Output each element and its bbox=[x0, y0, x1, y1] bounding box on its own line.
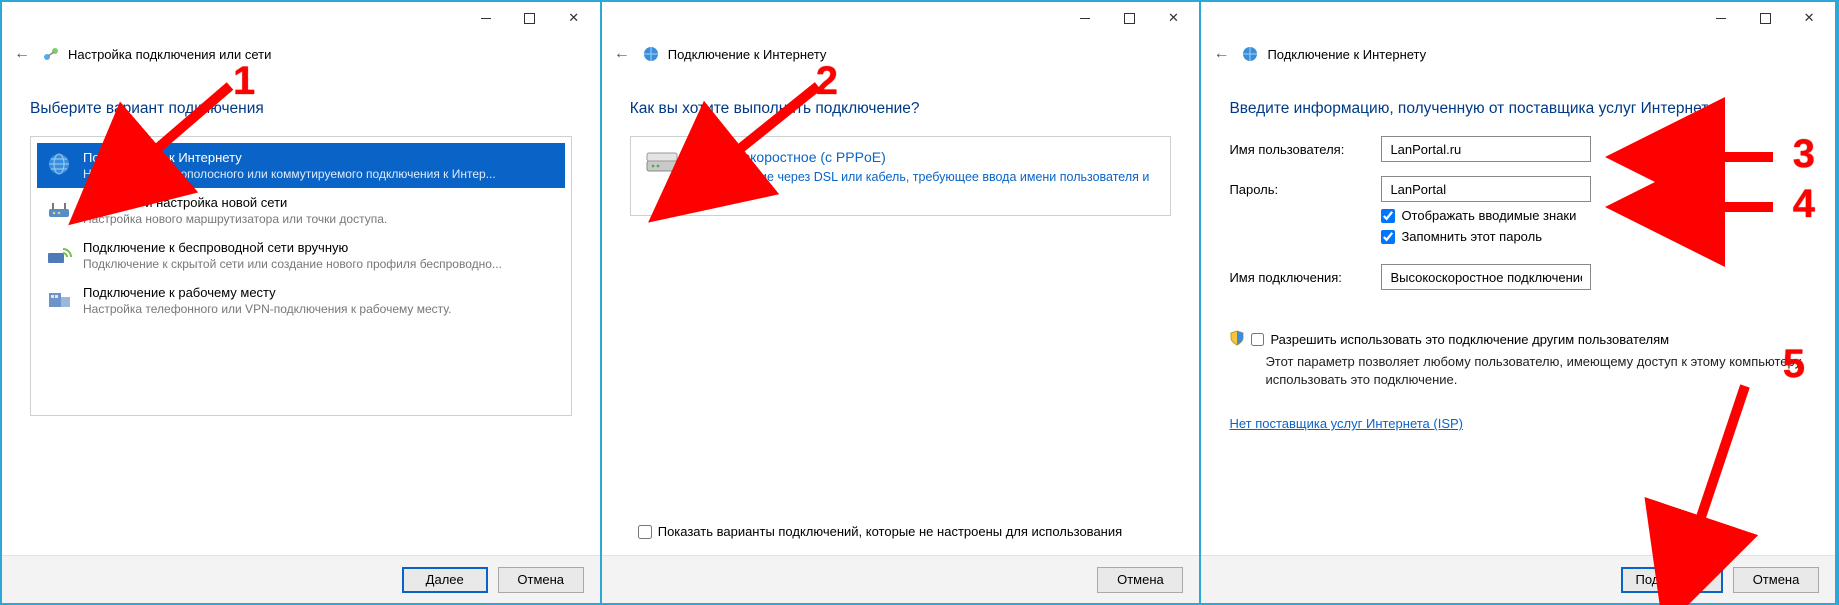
wizard-panel-2: Подключение к Интернету Как вы хотите вы… bbox=[602, 2, 1202, 603]
footer: Отмена bbox=[602, 555, 1200, 603]
conn-name-input[interactable] bbox=[1381, 264, 1591, 290]
option-desc: Настройка телефонного или VPN-подключени… bbox=[83, 302, 451, 316]
username-input[interactable] bbox=[1381, 136, 1591, 162]
share-block: Разрешить использовать это подключение д… bbox=[1229, 330, 1807, 388]
header-row: Подключение к Интернету bbox=[602, 34, 1200, 70]
conn-name-label: Имя подключения: bbox=[1229, 270, 1369, 285]
show-unconfigured-row[interactable]: Показать варианты подключений, которые н… bbox=[630, 512, 1172, 547]
minimize-button[interactable] bbox=[464, 4, 508, 32]
password-input[interactable] bbox=[1381, 176, 1591, 202]
show-chars-row[interactable]: Отображать вводимые знаки bbox=[1381, 208, 1807, 223]
back-arrow-icon[interactable] bbox=[10, 42, 34, 66]
cancel-button[interactable]: Отмена bbox=[1097, 567, 1183, 593]
network-setup-icon bbox=[42, 45, 60, 63]
username-row: Имя пользователя: bbox=[1229, 136, 1807, 162]
section-title: Выберите вариант подключения bbox=[30, 100, 572, 118]
cancel-button[interactable]: Отмена bbox=[498, 567, 584, 593]
connect-button[interactable]: Подключить bbox=[1621, 567, 1723, 593]
share-desc: Этот параметр позволяет любому пользоват… bbox=[1265, 353, 1807, 388]
show-unconfigured-checkbox[interactable] bbox=[638, 525, 652, 539]
option-title: Подключение к рабочему месту bbox=[83, 285, 451, 300]
router-icon bbox=[45, 195, 73, 223]
maximize-button[interactable] bbox=[1107, 4, 1151, 32]
option-desc: Настройка широкополосного или коммутируе… bbox=[83, 167, 496, 181]
username-label: Имя пользователя: bbox=[1229, 142, 1369, 157]
option-title: Высокоскоростное (с PPPoE) bbox=[695, 149, 1157, 165]
option-desc: Настройка нового маршрутизатора или точк… bbox=[83, 212, 387, 226]
remember-row[interactable]: Запомнить этот пароль bbox=[1381, 229, 1807, 244]
header-title: Подключение к Интернету bbox=[668, 47, 827, 62]
header-row: Подключение к Интернету bbox=[1201, 34, 1835, 70]
share-checkbox[interactable] bbox=[1251, 333, 1264, 346]
internet-connect-icon bbox=[1241, 45, 1259, 63]
show-unconfigured-label: Показать варианты подключений, которые н… bbox=[658, 524, 1122, 539]
option-desc: Подключение к скрытой сети или создание … bbox=[83, 257, 502, 271]
titlebar bbox=[1201, 2, 1835, 34]
next-button[interactable]: Далее bbox=[402, 567, 488, 593]
conn-name-row: Имя подключения: bbox=[1229, 264, 1807, 290]
show-chars-label: Отображать вводимые знаки bbox=[1401, 208, 1576, 223]
show-chars-checkbox[interactable] bbox=[1381, 209, 1395, 223]
shield-icon bbox=[1229, 330, 1245, 349]
password-row: Пароль: bbox=[1229, 176, 1807, 202]
option-pppoe[interactable]: Высокоскоростное (с PPPoE) Подключение ч… bbox=[630, 136, 1172, 216]
maximize-button[interactable] bbox=[508, 4, 552, 32]
content-area: Выберите вариант подключения Подключение… bbox=[2, 70, 600, 555]
header-title: Настройка подключения или сети bbox=[68, 47, 271, 62]
wifi-setup-icon bbox=[45, 240, 73, 268]
content-area: Как вы хотите выполнить подключение? Выс… bbox=[602, 70, 1200, 555]
option-title: Подключение к Интернету bbox=[83, 150, 496, 165]
minimize-button[interactable] bbox=[1699, 4, 1743, 32]
header-title: Подключение к Интернету bbox=[1267, 47, 1426, 62]
option-internet-connection[interactable]: Подключение к Интернету Настройка широко… bbox=[37, 143, 565, 188]
section-title: Как вы хотите выполнить подключение? bbox=[630, 100, 1172, 118]
no-isp-link[interactable]: Нет поставщика услуг Интернета (ISP) bbox=[1229, 416, 1807, 431]
internet-connect-icon bbox=[642, 45, 660, 63]
titlebar bbox=[602, 2, 1200, 34]
option-desc: Подключение через DSL или кабель, требую… bbox=[695, 169, 1157, 203]
close-button[interactable] bbox=[552, 4, 596, 32]
content-area: Введите информацию, полученную от постав… bbox=[1201, 70, 1835, 555]
workplace-icon bbox=[45, 285, 73, 313]
modem-icon bbox=[645, 149, 681, 177]
connection-options-list: Подключение к Интернету Настройка широко… bbox=[30, 136, 572, 416]
footer: Далее Отмена bbox=[2, 555, 600, 603]
share-label: Разрешить использовать это подключение д… bbox=[1270, 332, 1669, 347]
wizard-panel-1: Настройка подключения или сети Выберите … bbox=[2, 2, 602, 603]
cancel-button[interactable]: Отмена bbox=[1733, 567, 1819, 593]
wizard-panel-3: Подключение к Интернету Введите информац… bbox=[1201, 2, 1837, 603]
remember-label: Запомнить этот пароль bbox=[1401, 229, 1542, 244]
titlebar bbox=[2, 2, 600, 34]
footer: Подключить Отмена bbox=[1201, 555, 1835, 603]
option-workplace[interactable]: Подключение к рабочему месту Настройка т… bbox=[37, 278, 565, 323]
remember-checkbox[interactable] bbox=[1381, 230, 1395, 244]
close-button[interactable] bbox=[1787, 4, 1831, 32]
back-arrow-icon[interactable] bbox=[1209, 42, 1233, 66]
close-button[interactable] bbox=[1151, 4, 1195, 32]
credentials-form: Имя пользователя: Пароль: Отображать вво… bbox=[1229, 136, 1807, 431]
minimize-button[interactable] bbox=[1063, 4, 1107, 32]
option-title: Подключение к беспроводной сети вручную bbox=[83, 240, 502, 255]
maximize-button[interactable] bbox=[1743, 4, 1787, 32]
option-title: Создание и настройка новой сети bbox=[83, 195, 387, 210]
back-arrow-icon[interactable] bbox=[610, 42, 634, 66]
option-wireless-manual[interactable]: Подключение к беспроводной сети вручную … bbox=[37, 233, 565, 278]
section-title: Введите информацию, полученную от постав… bbox=[1229, 100, 1807, 118]
header-row: Настройка подключения или сети bbox=[2, 34, 600, 70]
globe-icon bbox=[45, 150, 73, 178]
password-label: Пароль: bbox=[1229, 182, 1369, 197]
option-new-network[interactable]: Создание и настройка новой сети Настройк… bbox=[37, 188, 565, 233]
